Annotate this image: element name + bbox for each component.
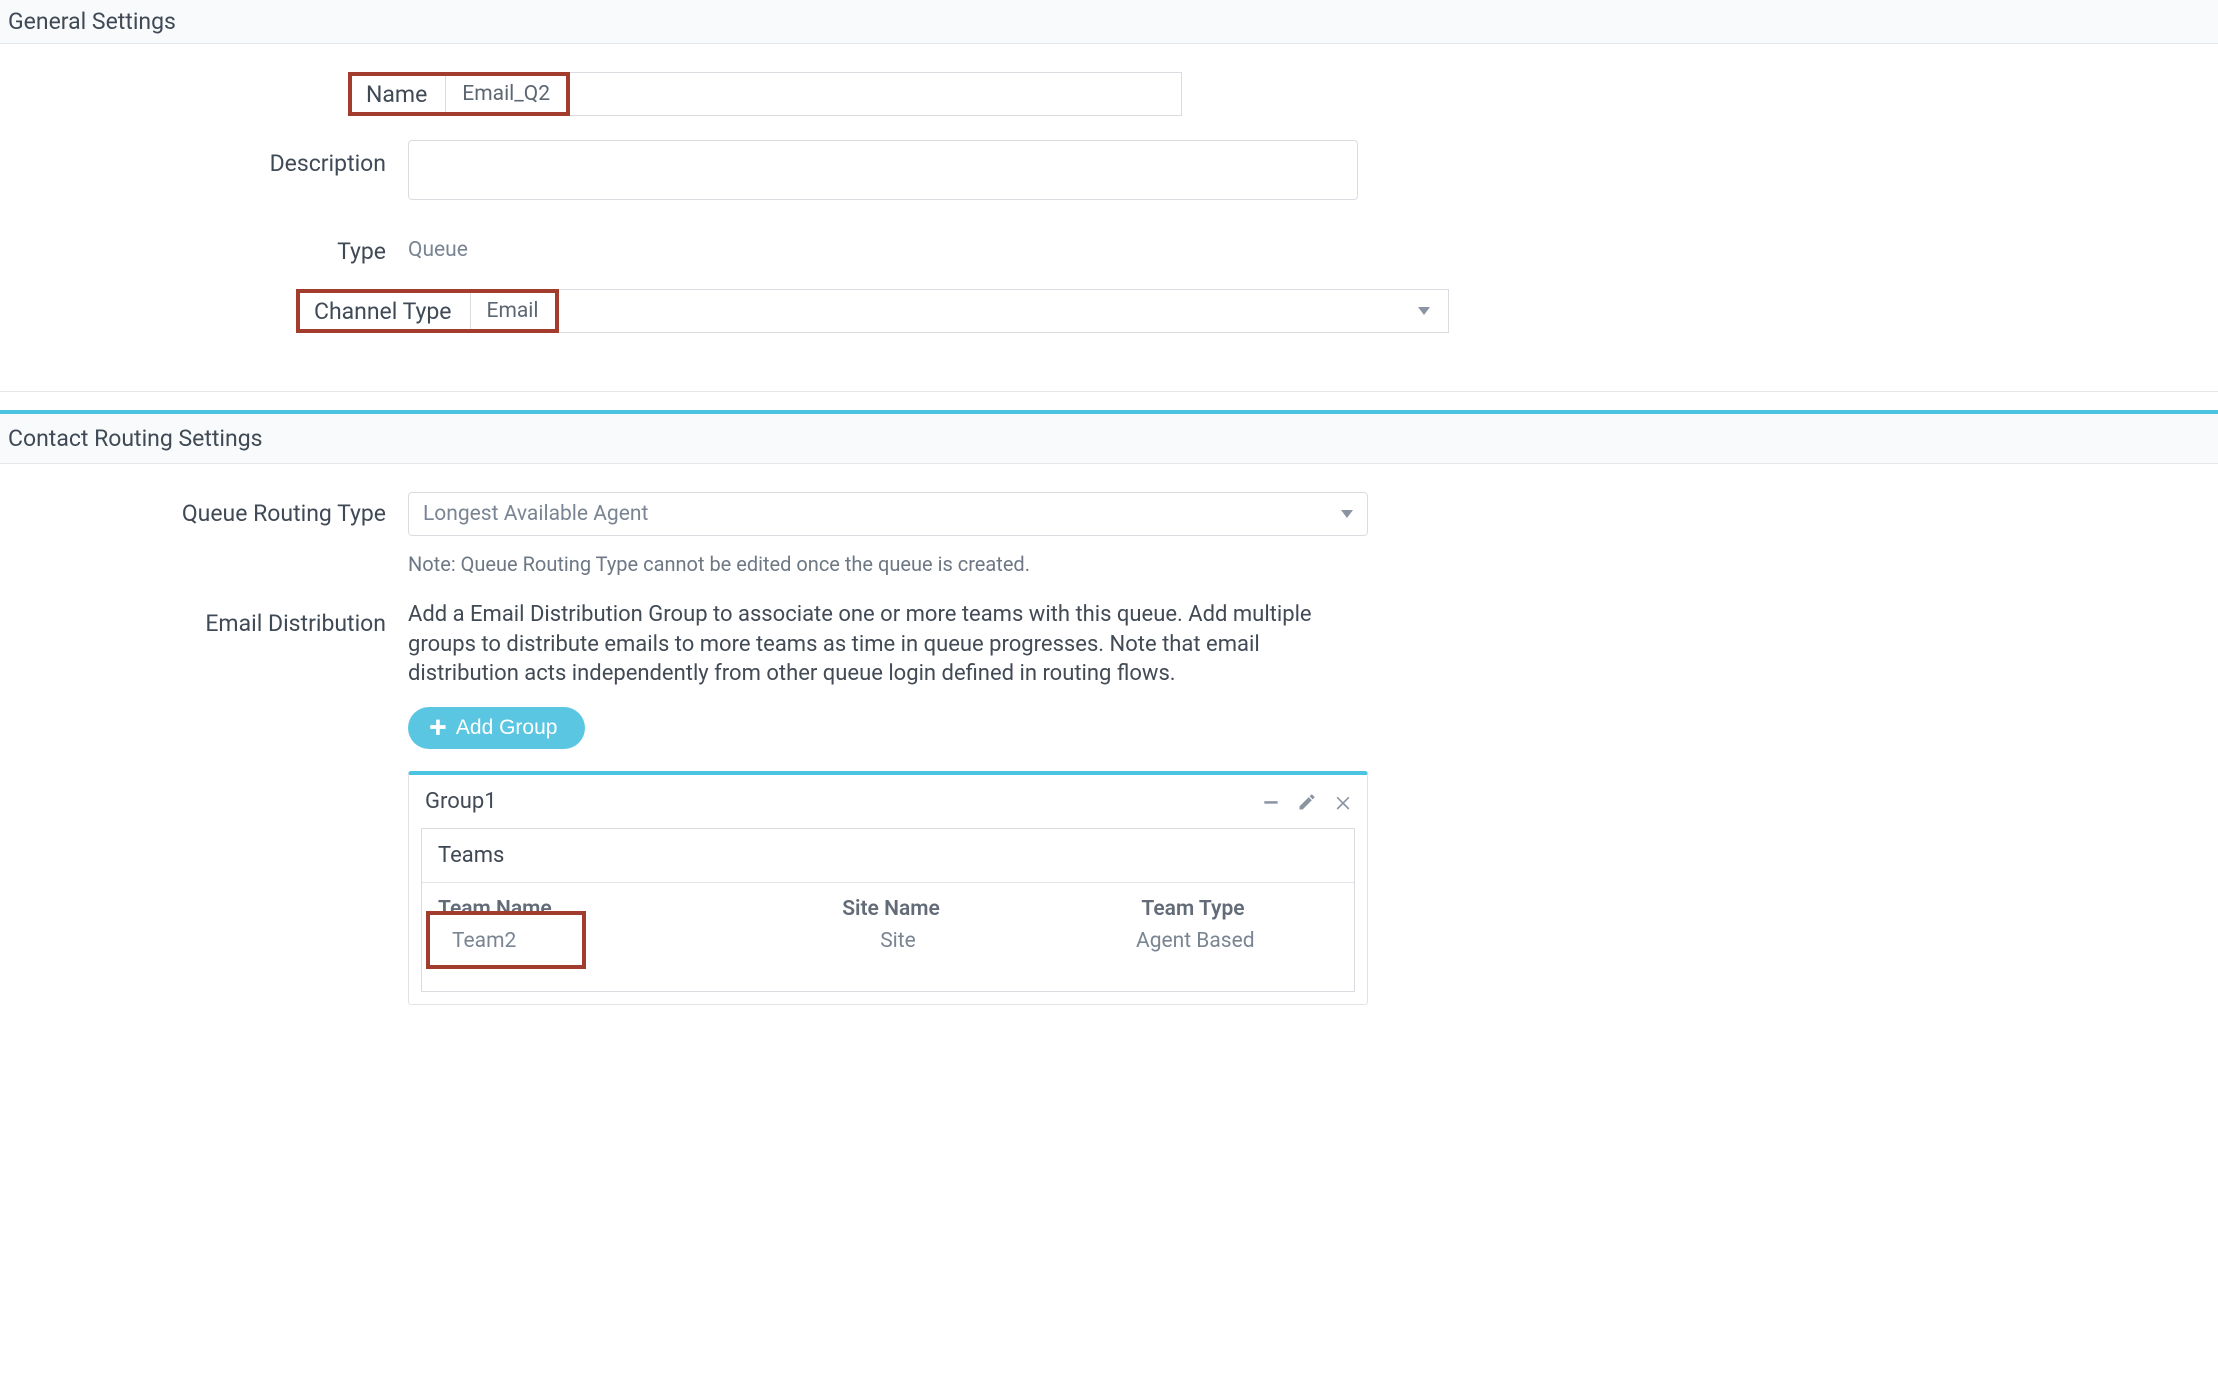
description-textarea[interactable] (408, 140, 1358, 200)
col-team-type: Team Type (1042, 897, 1344, 921)
add-group-label: Add Group (456, 716, 558, 740)
email-distribution-body: Add a Email Distribution Group to associ… (408, 600, 1368, 689)
close-icon[interactable] (1333, 792, 1353, 812)
cell-team-name: Team2 (432, 929, 749, 953)
section-routing-title: Contact Routing Settings (8, 425, 262, 452)
highlight-channel-type: Channel Type Email (296, 289, 559, 333)
row-channel-type: Channel Type Email (296, 289, 2210, 333)
plus-icon: ➕︎ (430, 716, 446, 740)
caret-down-icon (1341, 510, 1353, 518)
label-email-distribution: Email Distribution (8, 600, 408, 637)
edit-icon[interactable] (1297, 792, 1317, 812)
add-group-button[interactable]: ➕︎ Add Group (408, 707, 585, 749)
col-team-name: Team Name (432, 897, 740, 921)
channel-type-value[interactable]: Email (470, 293, 555, 329)
cell-team-type: Agent Based (1047, 929, 1344, 953)
row-description: Description (8, 140, 2210, 206)
queue-routing-type-note: Note: Queue Routing Type cannot be edite… (408, 552, 2210, 576)
name-input[interactable] (570, 72, 1182, 116)
teams-title: Teams (422, 829, 1354, 883)
section-routing-body: Queue Routing Type Longest Available Age… (0, 464, 2218, 1053)
section-routing-header: Contact Routing Settings (0, 414, 2218, 464)
row-queue-routing-type: Queue Routing Type Longest Available Age… (8, 492, 2210, 576)
group-title: Group1 (425, 789, 497, 814)
queue-routing-type-select[interactable]: Longest Available Agent (408, 492, 1368, 536)
group-panel: Group1 (408, 771, 1368, 1005)
label-description: Description (8, 140, 408, 177)
channel-type-select[interactable] (559, 289, 1449, 333)
caret-down-icon (1418, 307, 1430, 315)
minimize-icon[interactable] (1261, 792, 1281, 812)
row-email-distribution: Email Distribution Add a Email Distribut… (8, 600, 2210, 1005)
cell-site-name: Site (749, 929, 1046, 953)
section-general-title: General Settings (8, 8, 176, 35)
row-type: Type Queue (8, 230, 2210, 265)
label-queue-routing-type: Queue Routing Type (8, 492, 408, 527)
highlight-name: Name Email_Q2 (348, 72, 570, 116)
label-name: Name (352, 76, 445, 112)
label-type: Type (8, 230, 408, 265)
group-header: Group1 (409, 775, 1367, 828)
section-general-header: General Settings (0, 0, 2218, 44)
teams-panel: Teams Team Name Site Name Team Type Team… (421, 828, 1355, 992)
teams-columns: Team Name Site Name Team Type (422, 883, 1354, 921)
queue-routing-type-value: Longest Available Agent (423, 502, 648, 526)
row-name: Name Email_Q2 (348, 72, 2210, 116)
type-value: Queue (408, 230, 1788, 262)
table-row: Team2 Site Agent Based (422, 921, 1354, 991)
section-general-body: Name Email_Q2 Description Type Queue Cha… (0, 44, 2218, 381)
label-channel-type: Channel Type (300, 293, 470, 329)
name-input-highlighted[interactable]: Email_Q2 (445, 76, 566, 112)
col-site-name: Site Name (740, 897, 1042, 921)
